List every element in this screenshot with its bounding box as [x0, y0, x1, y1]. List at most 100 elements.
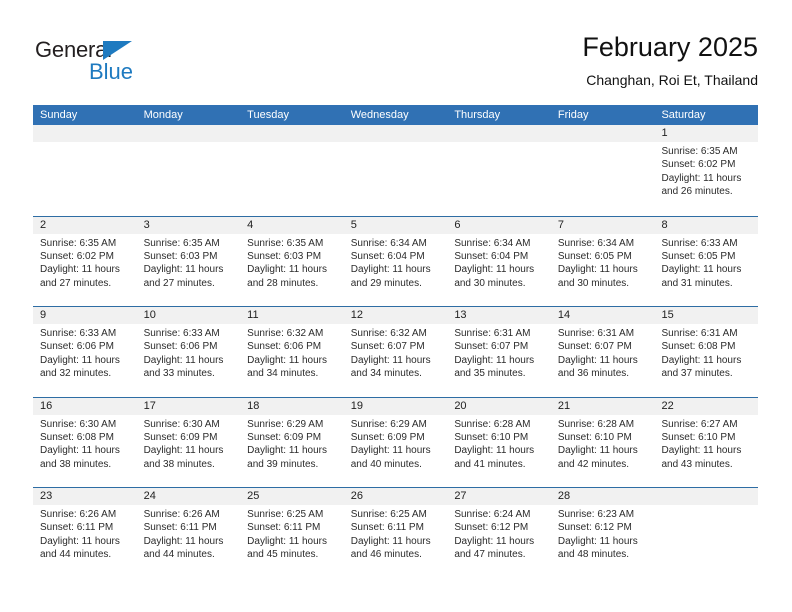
calendar-week-row: 23 Sunrise: 6:26 AM Sunset: 6:11 PM Dayligh…	[33, 487, 759, 578]
calendar-week-row: 1 Sunrise: 6:35 AM Sunset: 6:02 PM Daylight…	[33, 125, 759, 216]
weekday-header-row: Sunday Monday Tuesday Wednesday Thursday Frid…	[33, 105, 758, 125]
day-sun-info: Sunrise: 6:27 AM Sunset: 6:10 PM Daylight:…	[654, 415, 758, 472]
daylight-text: Daylight: 11 hours and 34 minutes.	[350, 354, 431, 380]
day-cell[interactable]: 15 Sunrise: 6:31 AM Sunset: 6:08 PM Dayligh…	[654, 307, 759, 397]
day-cell-empty	[240, 125, 344, 216]
sunset-text: Sunset: 6:06 PM	[143, 341, 218, 353]
daylight-text: Daylight: 11 hours and 46 minutes.	[350, 535, 431, 561]
day-number	[240, 125, 344, 142]
day-cell[interactable]: 13 Sunrise: 6:31 AM Sunset: 6:07 PM Dayligh…	[447, 307, 551, 397]
daylight-text: Daylight: 11 hours and 31 minutes.	[661, 264, 742, 289]
weekday-header-monday: Monday	[143, 109, 183, 121]
day-cell[interactable]: 18 Sunrise: 6:29 AM Sunset: 6:09 PM Dayligh…	[240, 397, 344, 487]
day-cell[interactable]: 24 Sunrise: 6:26 AM Sunset: 6:11 PM Dayligh…	[136, 488, 241, 578]
day-cell[interactable]: 9 Sunrise: 6:33 AM Sunset: 6:06 PM Daylight…	[33, 307, 137, 397]
daylight-text: Daylight: 11 hours and 38 minutes.	[40, 445, 120, 470]
day-cell-empty	[136, 125, 241, 216]
day-number: 4	[240, 216, 344, 234]
day-number	[136, 125, 241, 142]
day-cell[interactable]: 8 Sunrise: 6:33 AM Sunset: 6:05 PM Daylight…	[654, 216, 759, 306]
day-cell[interactable]: 26 Sunrise: 6:25 AM Sunset: 6:11 PM Dayligh…	[343, 488, 448, 578]
sunset-text: Sunset: 6:12 PM	[557, 522, 632, 534]
day-sun-info: Sunrise: 6:35 AM Sunset: 6:02 PM Daylight:…	[654, 142, 758, 199]
day-cell[interactable]: 23 Sunrise: 6:26 AM Sunset: 6:11 PM Dayligh…	[33, 488, 137, 578]
day-cell[interactable]: 2 Sunrise: 6:35 AM Sunset: 6:02 PM Daylight…	[33, 216, 137, 306]
general-blue-logo[interactable]: General Blue	[33, 38, 233, 90]
sunset-text: Sunset: 6:06 PM	[247, 341, 322, 353]
calendar-week-row: 9 Sunrise: 6:33 AM Sunset: 6:06 PM Daylight…	[33, 306, 759, 397]
daylight-text: Daylight: 11 hours and 47 minutes.	[454, 535, 535, 561]
day-number: 24	[136, 488, 241, 505]
daylight-text: Daylight: 11 hours and 27 minutes.	[40, 264, 120, 289]
day-cell-empty	[550, 125, 655, 216]
day-number	[343, 125, 448, 142]
sunrise-text: Sunrise: 6:32 AM	[350, 328, 427, 339]
daylight-text: Daylight: 11 hours and 36 minutes.	[557, 354, 638, 380]
day-cell[interactable]: 22 Sunrise: 6:27 AM Sunset: 6:10 PM Dayligh…	[654, 397, 759, 487]
daylight-text: Daylight: 11 hours and 32 minutes.	[40, 354, 120, 380]
day-sun-info: Sunrise: 6:30 AM Sunset: 6:08 PM Daylight:…	[33, 415, 137, 472]
day-cell[interactable]: 17 Sunrise: 6:30 AM Sunset: 6:09 PM Dayligh…	[136, 397, 241, 487]
weekday-header-saturday: Saturday	[661, 109, 706, 121]
day-sun-info: Sunrise: 6:32 AM Sunset: 6:06 PM Daylight:…	[240, 324, 344, 381]
sunrise-text: Sunrise: 6:29 AM	[350, 418, 427, 430]
day-number: 21	[550, 397, 655, 415]
day-sun-info: Sunrise: 6:24 AM Sunset: 6:12 PM Daylight:…	[447, 505, 551, 562]
day-sun-info: Sunrise: 6:34 AM Sunset: 6:04 PM Daylight:…	[447, 234, 551, 291]
daylight-text: Daylight: 11 hours and 30 minutes.	[557, 264, 638, 289]
weekday-header-wednesday: Wednesday	[350, 109, 409, 121]
day-cell[interactable]: 16 Sunrise: 6:30 AM Sunset: 6:08 PM Dayligh…	[33, 397, 137, 487]
logo-text-blue: Blue	[89, 59, 134, 84]
daylight-text: Daylight: 11 hours and 44 minutes.	[143, 535, 224, 561]
sunrise-text: Sunrise: 6:28 AM	[557, 418, 635, 430]
day-sun-info: Sunrise: 6:31 AM Sunset: 6:08 PM Daylight:…	[654, 324, 758, 381]
day-cell[interactable]: 19 Sunrise: 6:29 AM Sunset: 6:09 PM Dayligh…	[343, 397, 448, 487]
day-cell[interactable]: 27 Sunrise: 6:24 AM Sunset: 6:12 PM Dayligh…	[447, 488, 551, 578]
day-cell[interactable]: 12 Sunrise: 6:32 AM Sunset: 6:07 PM Dayligh…	[343, 307, 448, 397]
day-number: 16	[33, 397, 137, 415]
day-cell[interactable]: 1 Sunrise: 6:35 AM Sunset: 6:02 PM Daylight…	[654, 125, 759, 216]
weekday-header-friday: Friday	[557, 109, 589, 121]
sunset-text: Sunset: 6:03 PM	[247, 250, 322, 262]
sunrise-text: Sunrise: 6:30 AM	[143, 418, 220, 430]
day-sun-info: Sunrise: 6:26 AM Sunset: 6:11 PM Daylight:…	[33, 505, 137, 562]
day-cell-empty	[654, 488, 759, 578]
day-number	[654, 488, 759, 505]
day-cell[interactable]: 7 Sunrise: 6:34 AM Sunset: 6:05 PM Daylight…	[550, 216, 655, 306]
day-cell[interactable]: 21 Sunrise: 6:28 AM Sunset: 6:10 PM Dayligh…	[550, 397, 655, 487]
day-sun-info: Sunrise: 6:33 AM Sunset: 6:06 PM Daylight:…	[33, 324, 137, 381]
day-sun-info: Sunrise: 6:33 AM Sunset: 6:05 PM Daylight:…	[654, 234, 758, 291]
calendar-week-row: 16 Sunrise: 6:30 AM Sunset: 6:08 PM Dayligh…	[33, 396, 759, 487]
sunrise-text: Sunrise: 6:26 AM	[143, 509, 220, 520]
triangle-icon	[103, 41, 132, 60]
day-sun-info: Sunrise: 6:35 AM Sunset: 6:03 PM Daylight:…	[137, 234, 241, 291]
sunset-text: Sunset: 6:10 PM	[661, 431, 736, 443]
sunrise-text: Sunrise: 6:33 AM	[661, 237, 738, 249]
day-number: 26	[343, 488, 448, 505]
day-cell[interactable]: 28 Sunrise: 6:23 AM Sunset: 6:12 PM Dayligh…	[550, 488, 655, 578]
sunset-text: Sunset: 6:08 PM	[661, 341, 736, 353]
day-cell[interactable]: 20 Sunrise: 6:28 AM Sunset: 6:10 PM Dayligh…	[447, 397, 551, 487]
day-number: 9	[33, 307, 137, 324]
day-cell[interactable]: 10 Sunrise: 6:33 AM Sunset: 6:06 PM Dayligh…	[136, 307, 241, 397]
day-cell[interactable]: 14 Sunrise: 6:31 AM Sunset: 6:07 PM Dayligh…	[550, 307, 655, 397]
day-number: 23	[33, 488, 137, 505]
day-cell[interactable]: 6 Sunrise: 6:34 AM Sunset: 6:04 PM Daylight…	[447, 216, 551, 306]
day-sun-info: Sunrise: 6:26 AM Sunset: 6:11 PM Daylight:…	[137, 505, 241, 562]
daylight-text: Daylight: 11 hours and 34 minutes.	[247, 354, 328, 380]
sunrise-text: Sunrise: 6:34 AM	[557, 237, 635, 249]
day-sun-info: Sunrise: 6:35 AM Sunset: 6:03 PM Daylight:…	[240, 234, 344, 291]
day-cell[interactable]: 4 Sunrise: 6:35 AM Sunset: 6:03 PM Daylight…	[240, 216, 344, 306]
day-cell[interactable]: 3 Sunrise: 6:35 AM Sunset: 6:03 PM Daylight…	[136, 216, 241, 306]
day-cell[interactable]: 25 Sunrise: 6:25 AM Sunset: 6:11 PM Dayligh…	[240, 488, 344, 578]
sunrise-text: Sunrise: 6:31 AM	[557, 328, 635, 339]
day-number	[33, 125, 137, 142]
sunrise-text: Sunrise: 6:35 AM	[661, 146, 738, 157]
day-cell[interactable]: 11 Sunrise: 6:32 AM Sunset: 6:06 PM Dayligh…	[240, 307, 344, 397]
sunrise-text: Sunrise: 6:27 AM	[661, 418, 738, 430]
daylight-text: Daylight: 11 hours and 39 minutes.	[247, 445, 328, 470]
day-cell[interactable]: 5 Sunrise: 6:34 AM Sunset: 6:04 PM Daylight…	[343, 216, 448, 306]
sunrise-text: Sunrise: 6:29 AM	[247, 418, 324, 430]
daylight-text: Daylight: 11 hours and 28 minutes.	[247, 264, 328, 289]
day-number: 20	[447, 397, 551, 415]
